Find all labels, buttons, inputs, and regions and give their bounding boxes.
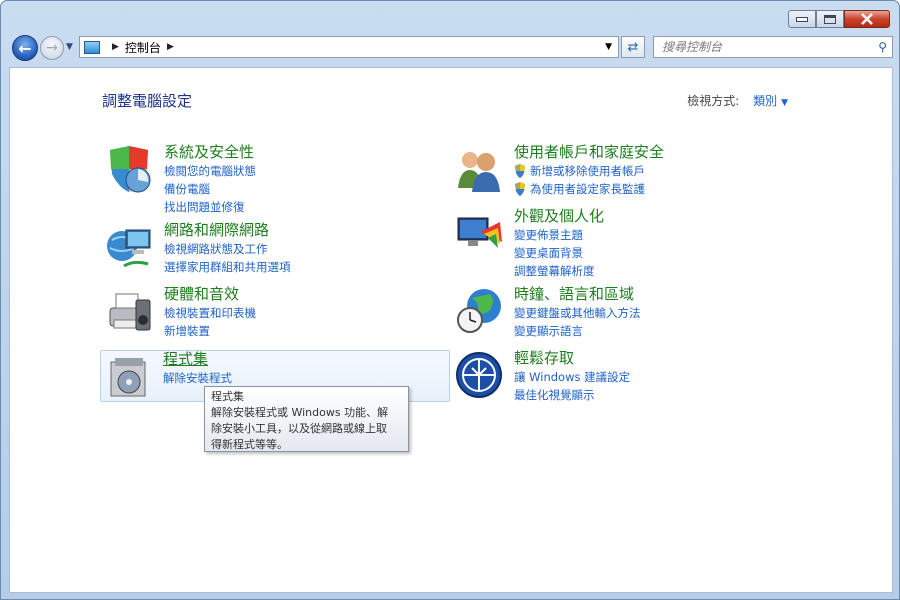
link-homegroup[interactable]: 選擇家用群組和共用選項 bbox=[164, 258, 291, 276]
uac-shield-icon bbox=[515, 164, 525, 178]
category-user-accounts: 使用者帳戶和家庭安全 新增或移除使用者帳戶 為使用者設定家長監護 bbox=[452, 141, 802, 198]
printer-icon bbox=[109, 293, 151, 331]
category-title[interactable]: 時鐘、語言和區域 bbox=[514, 283, 634, 304]
link-change-keyboard[interactable]: 變更鍵盤或其他輸入方法 bbox=[514, 304, 641, 322]
control-panel-icon bbox=[84, 40, 100, 54]
refresh-icon: ⇄ bbox=[627, 39, 639, 55]
breadcrumb-separator-icon[interactable]: ▶ bbox=[112, 42, 119, 52]
address-dropdown-icon[interactable]: ▼ bbox=[605, 42, 612, 52]
monitor-palette-icon bbox=[457, 217, 502, 248]
uac-shield-icon bbox=[515, 182, 525, 196]
link-uninstall-program[interactable]: 解除安裝程式 bbox=[163, 369, 232, 387]
category-network-internet: 網路和網際網路 檢視網路狀態及工作 選擇家用群組和共用選項 bbox=[102, 219, 452, 276]
link-optimize-visual[interactable]: 最佳化視覺顯示 bbox=[514, 386, 630, 404]
maximize-button[interactable] bbox=[816, 10, 844, 28]
programs-box-icon bbox=[110, 358, 146, 397]
navigation-bar: ← → ▼ ▶ 控制台 ▶ ▼ ⇄ ⚲ bbox=[9, 32, 893, 62]
view-by: 檢視方式: 類別 ▼ bbox=[687, 92, 788, 109]
maximize-icon bbox=[824, 14, 836, 24]
close-icon bbox=[861, 13, 873, 25]
category-title[interactable]: 外觀及個人化 bbox=[514, 205, 604, 226]
window-controls bbox=[788, 10, 890, 28]
forward-button[interactable]: → bbox=[40, 36, 64, 60]
link-change-display-language[interactable]: 變更顯示語言 bbox=[514, 322, 641, 340]
view-by-dropdown[interactable]: 類別 bbox=[753, 94, 777, 108]
search-icon[interactable]: ⚲ bbox=[878, 40, 887, 54]
link-label[interactable]: 為使用者設定家長監護 bbox=[530, 180, 645, 198]
category-title[interactable]: 系統及安全性 bbox=[164, 141, 254, 162]
category-ease-of-access: 輕鬆存取 讓 Windows 建議設定 最佳化視覺顯示 bbox=[452, 347, 802, 404]
ease-of-access-icon bbox=[456, 352, 502, 398]
view-by-label: 檢視方式: bbox=[687, 94, 740, 108]
search-box: ⚲ bbox=[653, 36, 893, 58]
tooltip-line: 除安裝小工具，以及從網路或線上取 bbox=[211, 422, 387, 435]
forward-arrow-icon: → bbox=[46, 40, 58, 56]
category-clock-language-region: 時鐘、語言和區域 變更鍵盤或其他輸入方法 變更顯示語言 bbox=[452, 283, 802, 340]
breadcrumb-control-panel[interactable]: 控制台 bbox=[125, 39, 161, 56]
link-let-windows-suggest[interactable]: 讓 Windows 建議設定 bbox=[514, 368, 630, 386]
tooltip: 程式集 解除安裝程式或 Windows 功能、解 除安裝小工具，以及從網路或線上… bbox=[204, 386, 409, 452]
refresh-button[interactable]: ⇄ bbox=[621, 36, 645, 58]
link-add-remove-accounts[interactable]: 新增或移除使用者帳戶 bbox=[514, 162, 645, 180]
shield-icon bbox=[110, 146, 151, 193]
category-title[interactable]: 硬體和音效 bbox=[164, 283, 239, 304]
category-title[interactable]: 網路和網際網路 bbox=[164, 219, 269, 240]
category-system-security: 系統及安全性 檢閱您的電腦狀態 備份電腦 找出問題並修復 bbox=[102, 141, 452, 214]
main-content: 調整電腦設定 檢視方式: 類別 ▼ 系統及安全性 檢閱您的電腦狀態 備份電腦 找出… bbox=[9, 67, 893, 593]
window: ← → ▼ ▶ 控制台 ▶ ▼ ⇄ ⚲ 調整電腦設定 檢視方式: 類別 ▼ bbox=[0, 0, 900, 600]
link-devices-printers[interactable]: 檢視裝置和印表機 bbox=[164, 304, 256, 322]
search-input[interactable] bbox=[660, 39, 864, 55]
users-icon bbox=[458, 152, 500, 192]
category-title[interactable]: 輕鬆存取 bbox=[514, 347, 574, 368]
breadcrumb-separator-icon[interactable]: ▶ bbox=[167, 42, 174, 52]
category-appearance: 外觀及個人化 變更佈景主題 變更桌面背景 調整螢幕解析度 bbox=[452, 205, 802, 278]
back-arrow-icon: ← bbox=[18, 38, 32, 58]
link-troubleshoot[interactable]: 找出問題並修復 bbox=[164, 198, 256, 216]
tooltip-line: 得新程式等等。 bbox=[211, 438, 288, 451]
category-hardware-sound: 硬體和音效 檢視裝置和印表機 新增裝置 bbox=[102, 283, 452, 340]
tooltip-line: 解除安裝程式或 Windows 功能、解 bbox=[211, 406, 389, 419]
link-change-theme[interactable]: 變更佈景主題 bbox=[514, 226, 595, 244]
chevron-down-icon[interactable]: ▼ bbox=[781, 98, 788, 108]
close-button[interactable] bbox=[844, 10, 890, 28]
link-label[interactable]: 新增或移除使用者帳戶 bbox=[530, 162, 645, 180]
address-bar[interactable]: ▶ 控制台 ▶ ▼ bbox=[79, 36, 619, 58]
network-globe-icon bbox=[107, 229, 151, 268]
link-network-status[interactable]: 檢視網路狀態及工作 bbox=[164, 240, 291, 258]
back-button[interactable]: ← bbox=[12, 35, 38, 61]
tooltip-title: 程式集 bbox=[211, 390, 244, 403]
minimize-icon bbox=[796, 16, 808, 22]
page-title: 調整電腦設定 bbox=[102, 92, 193, 110]
link-add-device[interactable]: 新增裝置 bbox=[164, 322, 256, 340]
category-title[interactable]: 使用者帳戶和家庭安全 bbox=[514, 141, 664, 162]
category-title[interactable]: 程式集 bbox=[163, 348, 208, 369]
link-backup[interactable]: 備份電腦 bbox=[164, 180, 256, 198]
link-review-status[interactable]: 檢閱您的電腦狀態 bbox=[164, 162, 256, 180]
minimize-button[interactable] bbox=[788, 10, 816, 28]
globe-clock-icon bbox=[457, 289, 501, 333]
link-change-background[interactable]: 變更桌面背景 bbox=[514, 244, 595, 262]
link-adjust-resolution[interactable]: 調整螢幕解析度 bbox=[514, 262, 595, 280]
link-parental-controls[interactable]: 為使用者設定家長監護 bbox=[514, 180, 645, 198]
recent-pages-dropdown[interactable]: ▼ bbox=[66, 42, 73, 52]
